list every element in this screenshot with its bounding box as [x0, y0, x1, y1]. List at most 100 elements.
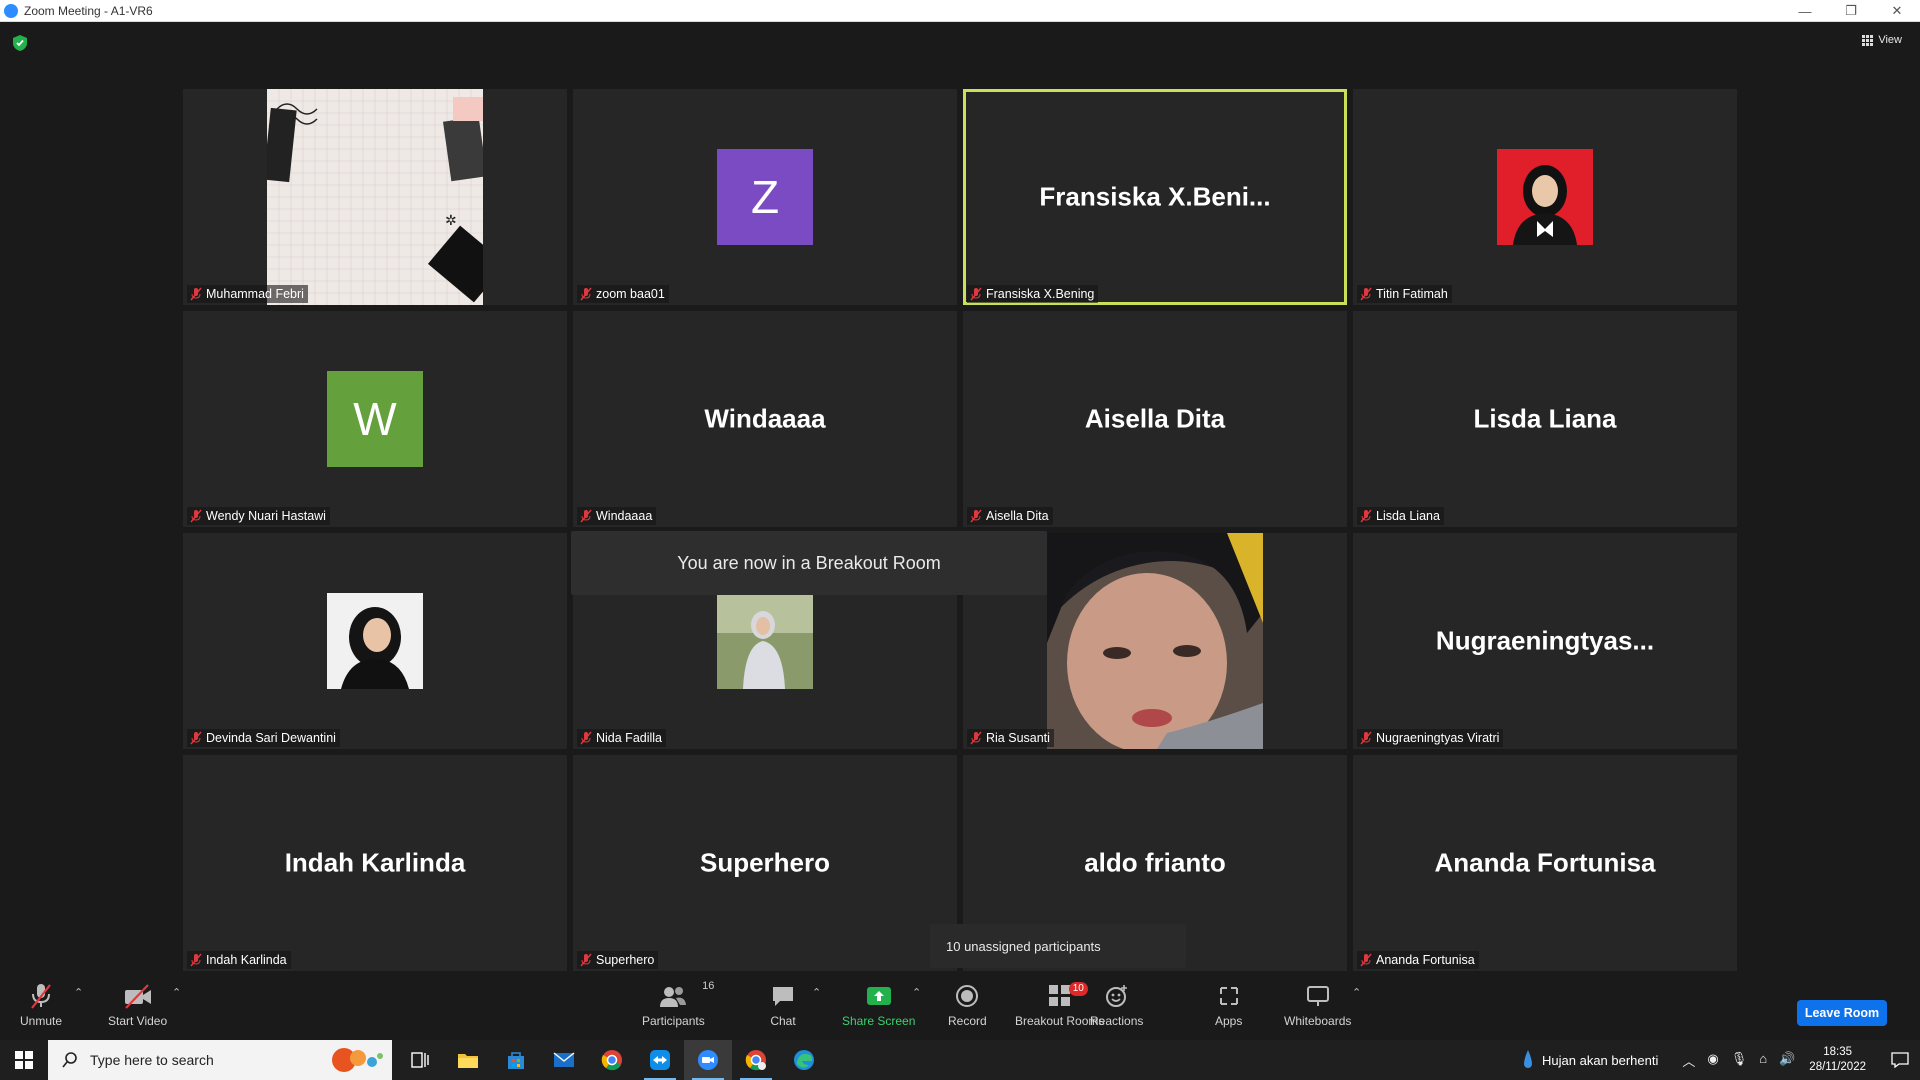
volume-icon[interactable]: 🔊 — [1779, 1051, 1795, 1070]
participants-button[interactable]: 16 Participants — [642, 980, 714, 1028]
taskbar-apps — [396, 1040, 828, 1080]
whiteboards-label: Whiteboards — [1284, 1014, 1352, 1028]
participant-tile-zoom-baa01[interactable]: Z zoom baa01 — [573, 89, 957, 305]
breakout-rooms-badge: 10 — [1068, 982, 1088, 996]
mic-muted-icon — [580, 509, 592, 523]
whiteboards-button[interactable]: Whiteboards — [1284, 980, 1351, 1028]
whiteboard-icon — [1306, 986, 1329, 1006]
chat-options-caret-icon[interactable]: ⌃ — [812, 986, 821, 999]
zoom-app-icon — [4, 3, 18, 18]
participant-name: Nugraeningtyas Viratri — [1376, 731, 1500, 745]
participant-tile-fransiska[interactable]: Fransiska X.Beni... Fransiska X.Bening — [963, 89, 1347, 305]
network-icon[interactable]: ⌂ — [1759, 1051, 1767, 1070]
participant-tile-lisda[interactable]: Lisda Liana Lisda Liana — [1353, 311, 1737, 527]
participant-name: Indah Karlinda — [206, 953, 287, 967]
chrome-button[interactable] — [588, 1040, 636, 1080]
participant-name: Fransiska X.Bening — [986, 287, 1095, 301]
share-screen-button[interactable]: Share Screen — [842, 980, 915, 1028]
task-view-button[interactable] — [396, 1040, 444, 1080]
unmute-button[interactable]: Unmute — [20, 980, 62, 1028]
clock-date: 28/11/2022 — [1809, 1061, 1866, 1073]
weather-widget[interactable]: Hujan akan berhenti — [1522, 1049, 1658, 1071]
start-video-button[interactable]: Start Video — [108, 980, 167, 1028]
meeting-top-strip: View — [0, 22, 1920, 62]
participant-name-tag: zoom baa01 — [577, 285, 669, 303]
participant-name: Aisella Dita — [986, 509, 1049, 523]
reactions-label: Reactions — [1090, 1014, 1144, 1028]
store-button[interactable] — [492, 1040, 540, 1080]
view-button[interactable]: View — [1862, 34, 1902, 46]
avatar: Z — [717, 149, 813, 245]
edge-button[interactable] — [780, 1040, 828, 1080]
participant-name-tag: Nida Fadilla — [577, 729, 667, 747]
mic-muted-icon — [1360, 953, 1372, 967]
minimize-button[interactable]: — — [1782, 0, 1828, 22]
participant-display-name: Fransiska X.Beni... — [1039, 181, 1271, 212]
share-options-caret-icon[interactable]: ⌃ — [912, 986, 921, 999]
microphone-muted-icon — [31, 984, 51, 1009]
window-titlebar: Zoom Meeting - A1-VR6 — ❐ ✕ — [0, 0, 1920, 22]
meeting-toolbar: Unmute ⌃ Start Video ⌃ 16 Participants C… — [0, 976, 1920, 1038]
participant-display-name: Lisda Liana — [1473, 403, 1617, 434]
mic-muted-icon — [190, 287, 202, 301]
taskbar-clock[interactable]: 18:35 28/11/2022 — [1809, 1045, 1866, 1075]
zoom-icon — [698, 1050, 718, 1070]
file-explorer-button[interactable] — [444, 1040, 492, 1080]
participant-name: Ria Susanti — [986, 731, 1050, 745]
video-options-caret-icon[interactable]: ⌃ — [172, 986, 181, 999]
participant-tile-devinda[interactable]: Devinda Sari Dewantini — [183, 533, 567, 749]
participant-name: Windaaaa — [596, 509, 653, 523]
mail-button[interactable] — [540, 1040, 588, 1080]
participant-tile-nugraeningtyas[interactable]: Nugraeningtyas... Nugraeningtyas Viratri — [1353, 533, 1737, 749]
share-screen-icon — [866, 987, 891, 1005]
participant-name-tag: Wendy Nuari Hastawi — [187, 507, 330, 525]
clock-time: 18:35 — [1823, 1046, 1853, 1058]
record-icon — [956, 985, 979, 1007]
participant-tile-ananda[interactable]: Ananda Fortunisa Ananda Fortunisa — [1353, 755, 1737, 971]
show-hidden-icons-chevron-icon[interactable]: ︿ — [1682, 1051, 1695, 1070]
zoom-taskbar-button[interactable] — [684, 1040, 732, 1080]
microphone-icon[interactable]: 🎙 — [1731, 1051, 1748, 1070]
audio-options-caret-icon[interactable]: ⌃ — [74, 986, 83, 999]
unassigned-participants-popup[interactable]: 10 unassigned participants — [930, 924, 1186, 968]
task-view-icon — [411, 1052, 429, 1068]
participant-display-name: Superhero — [699, 847, 831, 878]
search-icon — [62, 1052, 77, 1068]
participant-name: Wendy Nuari Hastawi — [206, 509, 326, 523]
participant-display-name: aldo frianto — [1084, 847, 1226, 878]
whiteboards-options-caret-icon[interactable]: ⌃ — [1352, 986, 1361, 999]
record-button[interactable]: Record — [948, 980, 987, 1028]
record-status-icon[interactable]: ◉ — [1707, 1051, 1718, 1070]
window-title: Zoom Meeting - A1-VR6 — [24, 3, 153, 18]
apps-button[interactable]: Apps — [1215, 980, 1242, 1028]
participant-tile-muhammad[interactable]: ✲ Muhammad Febri — [183, 89, 567, 305]
restore-button[interactable]: ❐ — [1828, 0, 1874, 22]
gallery-view: ✲ Muhammad Febri Z zoom baa01 Fransiska … — [183, 89, 1737, 971]
encryption-shield-icon[interactable] — [12, 34, 28, 52]
participant-display-name: Windaaaa — [704, 403, 826, 434]
participants-count: 16 — [702, 980, 715, 992]
participant-tile-superhero[interactable]: Superhero Superhero — [573, 755, 957, 971]
participant-tile-aisella[interactable]: Aisella Dita Aisella Dita — [963, 311, 1347, 527]
taskbar-search-box[interactable]: Type here to search — [48, 1040, 392, 1080]
start-button[interactable] — [0, 1040, 48, 1080]
avatar: W — [327, 371, 423, 467]
chat-button[interactable]: Chat — [770, 980, 796, 1028]
participant-name-tag: Indah Karlinda — [187, 951, 291, 969]
chrome-profile-button[interactable] — [732, 1040, 780, 1080]
notifications-button[interactable] — [1880, 1052, 1920, 1068]
participant-tile-indah[interactable]: Indah Karlinda Indah Karlinda — [183, 755, 567, 971]
grid-view-icon — [1862, 34, 1874, 46]
teamviewer-icon — [650, 1050, 670, 1070]
participant-tile-wendy[interactable]: W Wendy Nuari Hastawi — [183, 311, 567, 527]
participant-tile-titin[interactable]: Titin Fatimah — [1353, 89, 1737, 305]
mic-muted-icon — [970, 287, 982, 301]
reactions-button[interactable]: Reactions — [1090, 980, 1143, 1028]
participant-tile-windaaaa[interactable]: Windaaaa Windaaaa — [573, 311, 957, 527]
teamviewer-button[interactable] — [636, 1040, 684, 1080]
leave-room-button[interactable]: Leave Room — [1797, 1000, 1887, 1026]
participant-name-tag: Fransiska X.Bening — [967, 285, 1099, 303]
mic-muted-icon — [580, 731, 592, 745]
close-button[interactable]: ✕ — [1874, 0, 1920, 22]
participant-name: Nida Fadilla — [596, 731, 663, 745]
